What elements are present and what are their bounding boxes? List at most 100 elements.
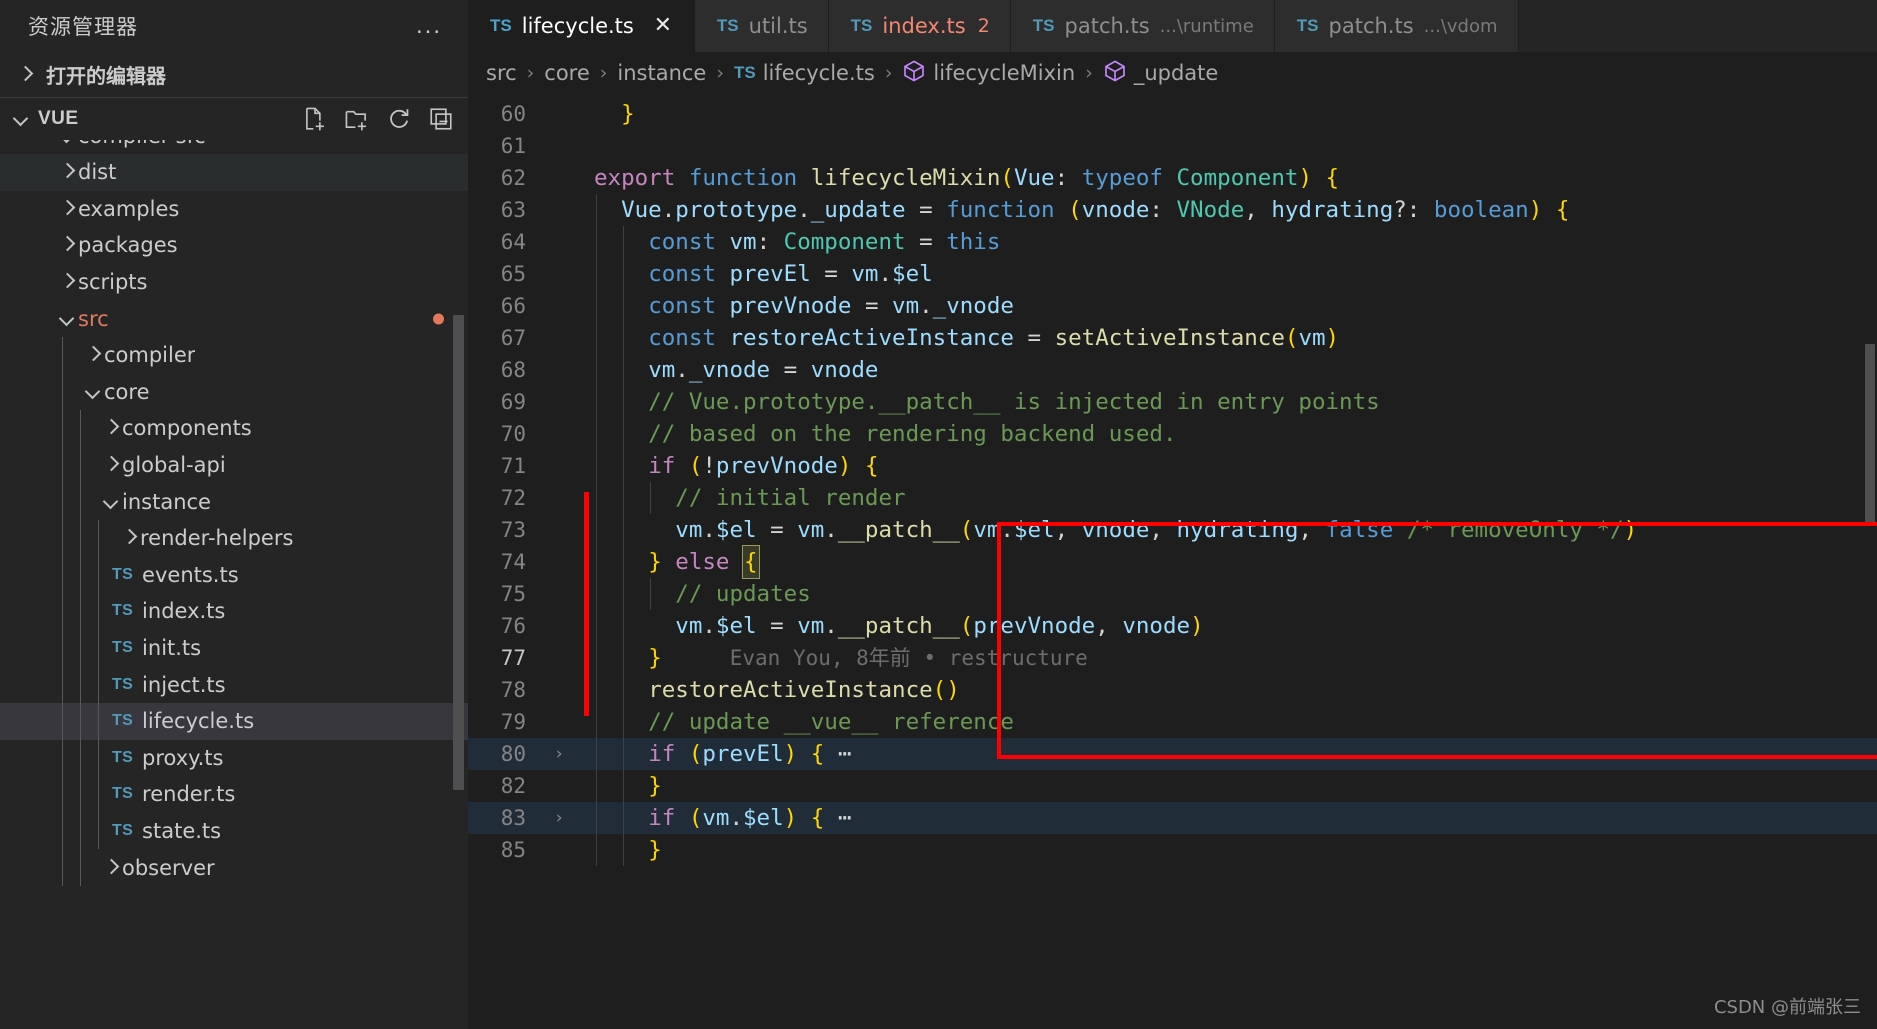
code-line-68[interactable]: 68 vm._vnode = vnode <box>468 354 1877 386</box>
tree-item-label: components <box>122 416 252 441</box>
scrollbar-thumb[interactable] <box>1865 344 1875 524</box>
code-line-64[interactable]: 64 const vm: Component = this <box>468 226 1877 258</box>
tab-lifecycle-ts[interactable]: TS lifecycle.ts ✕ <box>468 0 695 52</box>
tree-item-observer[interactable]: observer <box>0 849 468 886</box>
code-line-65[interactable]: 65 const prevEl = vm.$el <box>468 258 1877 290</box>
chevron-down-icon <box>56 140 78 147</box>
tree-item-inject-ts[interactable]: TS inject.ts <box>0 666 468 703</box>
new-folder-icon[interactable] <box>344 106 370 132</box>
refresh-icon[interactable] <box>386 106 412 132</box>
typescript-file-icon: TS <box>1032 16 1055 35</box>
code-line-85[interactable]: 85 } <box>468 834 1877 866</box>
code-editor[interactable]: 60 } 61 62 export function lifecycleMixin(V… <box>468 94 1877 1029</box>
code-line-83[interactable]: 83 › if (vm.$el) { ⋯ <box>468 802 1877 834</box>
line-number: 74 <box>500 550 526 574</box>
code-line-82[interactable]: 82 } <box>468 770 1877 802</box>
fold-chevron-icon[interactable]: › <box>546 738 572 770</box>
tree-item-lifecycle-ts[interactable]: TS lifecycle.ts <box>0 702 468 740</box>
open-editors-label: 打开的编辑器 <box>46 64 166 88</box>
typescript-file-icon: TS <box>1296 16 1319 35</box>
line-number: 71 <box>500 454 526 478</box>
line-number: 77 <box>500 646 526 670</box>
tab-index-ts[interactable]: TS index.ts 2 <box>828 0 1011 52</box>
indent-guide <box>80 483 81 520</box>
line-number: 70 <box>500 422 526 446</box>
code-line-66[interactable]: 66 const prevVnode = vm._vnode <box>468 290 1877 322</box>
line-number: 78 <box>500 678 526 702</box>
code-line-74[interactable]: 74 } else { <box>468 545 1877 579</box>
tree-item-proxy-ts[interactable]: TS proxy.ts <box>0 739 468 777</box>
tree-item-events-ts[interactable]: TS events.ts <box>0 556 468 594</box>
code-line-73[interactable]: 73 vm.$el = vm.__patch__(vm.$el, vnode, … <box>468 514 1877 546</box>
tree-item-core[interactable]: core <box>0 373 468 411</box>
code-lines[interactable]: 60 } 61 62 export function lifecycleMixin(V… <box>468 94 1877 1029</box>
code-text: } Evan You, 8年前 • restructure <box>648 645 1088 671</box>
code-text: if (vm.$el) { ⋯ <box>648 805 852 831</box>
breadcrumb-item-lifecyclemixin[interactable]: lifecycleMixin <box>902 59 1075 88</box>
chevron-down-icon <box>10 108 32 130</box>
tree-item-label: packages <box>78 233 178 258</box>
code-line-80[interactable]: 80 › if (prevEl) { ⋯ <box>468 738 1877 770</box>
tree-item-compiler[interactable]: compiler <box>0 336 468 374</box>
code-text: Vue.prototype._update = function (vnode:… <box>621 197 1570 223</box>
file-tree[interactable]: compiler-sfc dist examples packages scri… <box>0 140 468 1029</box>
tree-clipped-row[interactable]: compiler-sfc <box>0 140 468 154</box>
tab-label: util.ts <box>748 14 808 38</box>
tree-item-state-ts[interactable]: TS state.ts <box>0 812 468 850</box>
chevron-right-icon <box>56 161 78 183</box>
tree-item-render-helpers[interactable]: render-helpers <box>0 519 468 557</box>
code-line-69[interactable]: 69 // Vue.prototype.__patch__ is injecte… <box>468 386 1877 418</box>
editor-scrollbar[interactable] <box>1863 94 1877 1029</box>
tree-item-instance[interactable]: instance <box>0 483 468 520</box>
git-modified-dot-icon <box>433 313 444 325</box>
tree-item-init-ts[interactable]: TS init.ts <box>0 629 468 667</box>
line-number: 62 <box>500 166 526 190</box>
code-line-72[interactable]: 72 // initial render <box>468 482 1877 514</box>
code-line-77[interactable]: 77 } Evan You, 8年前 • restructure <box>468 642 1877 674</box>
tree-item-components[interactable]: components <box>0 410 468 447</box>
breadcrumb-item-lifecycle-ts[interactable]: TS lifecycle.ts <box>734 61 875 85</box>
tree-item-label: lifecycle.ts <box>142 709 255 734</box>
explorer-more-actions-icon[interactable]: ... <box>412 14 446 38</box>
code-line-75[interactable]: 75 // updates <box>468 578 1877 610</box>
tree-item-dist[interactable]: dist <box>0 154 468 191</box>
code-line-79[interactable]: 79 // update __vue__ reference <box>468 706 1877 738</box>
tree-item-label: dist <box>78 160 117 185</box>
breadcrumb: src › core › instance › TS lifecycle.ts … <box>468 52 1877 94</box>
tree-item-render-ts[interactable]: TS render.ts <box>0 776 468 813</box>
code-line-63[interactable]: 63 Vue.prototype._update = function (vno… <box>468 194 1877 226</box>
code-line-61[interactable]: 61 <box>468 130 1877 162</box>
tree-item-global-api[interactable]: global-api <box>0 446 468 484</box>
tab-patch-ts-runtime[interactable]: TS patch.ts ...\runtime <box>1010 0 1275 52</box>
tab-patch-ts-vdom[interactable]: TS patch.ts ...\vdom <box>1274 0 1519 52</box>
code-line-70[interactable]: 70 // based on the rendering backend use… <box>468 418 1877 450</box>
typescript-file-icon: TS <box>112 821 134 839</box>
new-file-icon[interactable] <box>302 106 328 132</box>
breadcrumb-item-core[interactable]: core <box>544 61 590 85</box>
code-text: } <box>621 101 635 127</box>
tree-item-src[interactable]: src <box>0 300 468 337</box>
close-icon[interactable]: ✕ <box>652 15 674 37</box>
open-editors-section[interactable]: 打开的编辑器 <box>0 52 468 98</box>
tree-item-examples[interactable]: examples <box>0 191 468 228</box>
tree-item-index-ts[interactable]: TS index.ts <box>0 593 468 630</box>
tree-item-scripts[interactable]: scripts <box>0 264 468 301</box>
breadcrumb-item-instance[interactable]: instance <box>617 61 706 85</box>
chevron-right-icon <box>14 64 36 86</box>
code-line-67[interactable]: 67 const restoreActiveInstance = setActi… <box>468 322 1877 354</box>
code-line-76[interactable]: 76 vm.$el = vm.__patch__(prevVnode, vnod… <box>468 610 1877 642</box>
code-line-62[interactable]: 62 export function lifecycleMixin(Vue: ty… <box>468 162 1877 194</box>
sidebar-scrollbar[interactable] <box>453 315 464 790</box>
fold-chevron-icon[interactable]: › <box>546 802 572 834</box>
line-number: 66 <box>500 294 526 318</box>
breadcrumb-item-update[interactable]: _update <box>1103 59 1218 88</box>
workspace-root-row[interactable]: VUE <box>0 98 468 140</box>
breadcrumb-item-src[interactable]: src <box>486 61 517 85</box>
tab-util-ts[interactable]: TS util.ts <box>694 0 829 52</box>
code-line-78[interactable]: 78 restoreActiveInstance() <box>468 674 1877 706</box>
tree-item-packages[interactable]: packages <box>0 227 468 264</box>
code-line-60[interactable]: 60 } <box>468 98 1877 130</box>
code-line-71[interactable]: 71 if (!prevVnode) { <box>468 450 1877 482</box>
typescript-file-icon: TS <box>850 16 873 35</box>
collapse-all-icon[interactable] <box>428 106 454 132</box>
